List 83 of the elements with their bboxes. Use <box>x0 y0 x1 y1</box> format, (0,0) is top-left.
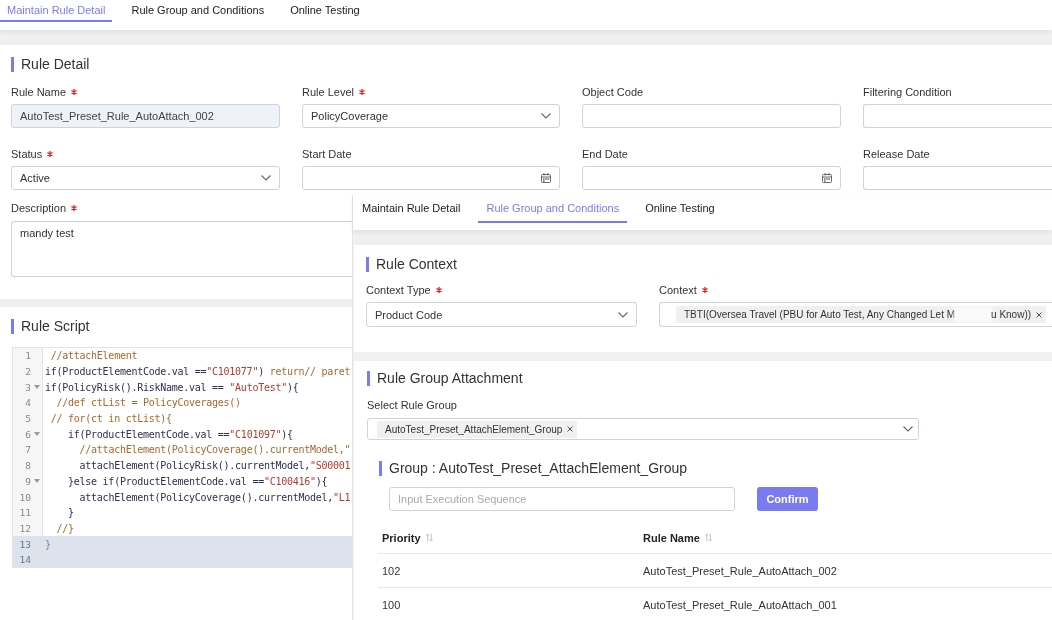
table-cell-text: 102 <box>381 563 402 579</box>
code-line: } <box>45 538 51 550</box>
group-title: Group : AutoTest_Preset_AttachElement_Group <box>379 461 1052 476</box>
multi-select-dropdown[interactable]: AutoTest_Preset_AttachElement_Group <box>367 418 919 440</box>
line-number: 14 <box>18 554 31 566</box>
chevron-down-icon <box>541 113 551 119</box>
line-number: 10 <box>18 491 31 503</box>
description-field[interactable]: mandy test <box>11 221 352 277</box>
date-field[interactable] <box>582 166 841 190</box>
dropdown[interactable]: PolicyCoverage <box>302 104 560 128</box>
close-icon[interactable] <box>567 426 574 432</box>
text-field[interactable] <box>863 104 1052 128</box>
field-label: Object Code <box>582 85 644 100</box>
field-label: Rule Name <box>11 85 67 100</box>
field-label: Start Date <box>302 147 352 162</box>
line-number: 3 <box>24 381 31 393</box>
tab[interactable]: Maintain Rule Detail <box>0 0 113 22</box>
calendar-icon[interactable] <box>541 173 551 183</box>
chevron-down-icon <box>261 175 271 181</box>
code-line: } <box>68 507 74 519</box>
code-line: if(ProductElementCode.val =="C101097"){ <box>68 428 293 440</box>
field-label: Release Date <box>863 147 930 162</box>
multi-select-field[interactable]: TBTI(Oversea Travel (PBU for Auto Test, Any Changed Let M u Know)) <box>659 302 1052 327</box>
line-number: 1 <box>24 350 31 362</box>
tab[interactable]: Rule Group and Conditions <box>478 195 628 223</box>
text-field[interactable] <box>863 166 1052 190</box>
line-number: 11 <box>18 507 31 519</box>
caret-icon[interactable] <box>33 432 40 437</box>
field-label: Status <box>11 147 43 162</box>
code-line: //} <box>56 522 74 534</box>
column-header[interactable]: Priority <box>378 522 639 553</box>
text-field[interactable] <box>582 104 841 128</box>
field-label: Rule Level <box>302 85 354 100</box>
close-icon[interactable] <box>1036 311 1043 318</box>
calendar-icon[interactable] <box>822 173 832 183</box>
input-field[interactable]: Input Execution Sequence <box>389 487 735 511</box>
line-number: 9 <box>24 475 31 487</box>
chevron-down-icon <box>903 426 913 432</box>
confirm-button[interactable]: Confirm <box>757 487 818 511</box>
code-line: attachElement(PolicyRisk().currentModel,"S00001 <box>79 460 351 472</box>
line-number: 6 <box>24 428 31 440</box>
caret-icon[interactable] <box>33 385 40 390</box>
line-number: 5 <box>24 413 31 425</box>
chevron-down-icon <box>618 311 628 318</box>
line-number: 12 <box>18 522 31 534</box>
code-line: //attachElement <box>50 350 138 362</box>
date-field[interactable] <box>302 166 560 190</box>
sort-icon[interactable] <box>704 533 712 542</box>
sort-icon[interactable] <box>425 533 433 542</box>
dropdown[interactable]: Active <box>11 166 280 190</box>
tab[interactable]: Online Testing <box>283 0 367 22</box>
field-label: Select Rule Group <box>367 398 457 413</box>
field-label: Filtering Condition <box>863 85 952 100</box>
section-title: Rule Context <box>366 257 1052 272</box>
code-line: if(PolicyRisk().RiskName.val == "AutoTest"){ <box>45 381 299 393</box>
code-line: // for(ct in ctList){ <box>50 413 172 425</box>
code-line: }else if(ProductElementCode.val =="C100416"){ <box>68 475 328 487</box>
code-line: //attachElement(PolicyCoverage().currentModel," <box>79 444 351 456</box>
field-label: Context <box>659 283 697 298</box>
selected-tag[interactable]: TBTI(Oversea Travel (PBU for Auto Test, Any Changed Let M u Know)) <box>676 306 1047 323</box>
field-label: End Date <box>582 147 628 162</box>
caret-icon[interactable] <box>33 479 40 484</box>
tab[interactable]: Online Testing <box>637 195 723 223</box>
table-cell-text: AutoTest_Preset_Rule_AutoAttach_002 <box>642 563 838 579</box>
code-line: //def ctList = PolicyCoverages() <box>56 397 241 409</box>
line-number: 13 <box>18 538 31 550</box>
tab[interactable]: Maintain Rule Detail <box>354 195 469 223</box>
selected-tag[interactable]: AutoTest_Preset_AttachElement_Group <box>377 420 578 438</box>
line-number: 7 <box>24 444 31 456</box>
table-cell-text: 100 <box>381 597 402 613</box>
column-header[interactable]: Rule Name <box>639 522 1052 553</box>
table-cell-text: AutoTest_Preset_Rule_AutoAttach_001 <box>642 597 838 613</box>
line-number: 4 <box>24 397 31 409</box>
field-label: Description <box>11 201 67 216</box>
section-title: Rule Detail <box>11 57 1052 72</box>
dropdown[interactable]: Product Code <box>366 302 637 327</box>
line-number: 2 <box>24 366 31 378</box>
field-label: Context Type <box>366 283 431 298</box>
line-number: 8 <box>24 460 31 472</box>
code-line: attachElement(PolicyCoverage().currentModel,"L1 <box>79 491 351 503</box>
tab[interactable]: Rule Group and Conditions <box>124 0 272 22</box>
section-title: Rule Group Attachment <box>367 371 1052 386</box>
code-line: if(ProductElementCode.val =="C101077") return// paret <box>45 366 351 378</box>
